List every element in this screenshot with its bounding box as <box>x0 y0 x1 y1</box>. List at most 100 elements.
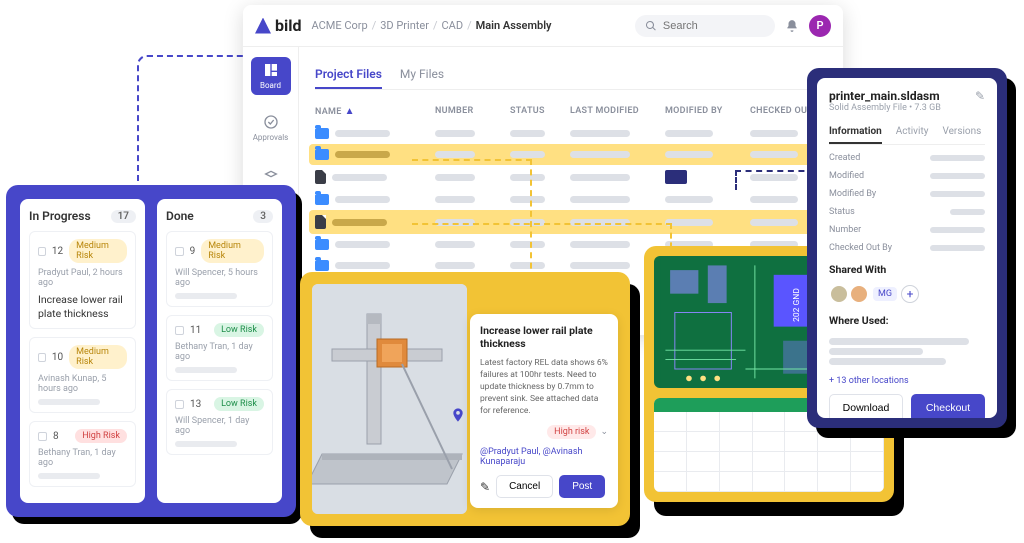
meta-label: Modified <box>829 171 864 181</box>
note-body: Latest factory REL data shows 6% failure… <box>480 358 608 417</box>
kanban-card[interactable]: 10Medium Risk Avinash Kunap, 5 hours ago <box>29 337 136 413</box>
card-meta: Avinash Kunap, 5 hours ago <box>38 374 127 394</box>
info-tabs: Information Activity Versions <box>829 121 985 145</box>
bell-icon[interactable] <box>785 19 799 33</box>
cad-render-icon <box>312 284 467 514</box>
tab-information[interactable]: Information <box>829 121 882 144</box>
card-meta: Will Spencer, 5 hours ago <box>175 268 264 288</box>
chevron-down-icon[interactable]: ⌄ <box>600 427 608 437</box>
risk-badge: Medium Risk <box>69 239 127 263</box>
tab-activity[interactable]: Activity <box>896 121 929 144</box>
where-used-label: Where Used: <box>829 314 985 327</box>
meta-label: Checked Out By <box>829 243 892 253</box>
location-pin-icon <box>450 407 466 423</box>
avatar[interactable] <box>829 284 849 304</box>
col-last-modified[interactable]: LAST MODIFIED <box>570 106 665 117</box>
user-badge[interactable]: MG <box>873 287 897 301</box>
kanban-card[interactable]: 11 Low Risk Bethany Tran, 1 day ago <box>166 315 273 381</box>
column-count: 17 <box>111 210 136 223</box>
kanban-card[interactable]: 8 High Risk Bethany Tran, 1 day ago <box>29 421 136 487</box>
risk-badge: Low Risk <box>214 323 264 337</box>
pencil-icon[interactable]: ✎ <box>480 480 490 494</box>
board-icon <box>263 62 279 78</box>
card-number: 9 <box>190 246 196 257</box>
cancel-button[interactable]: Cancel <box>496 475 553 498</box>
meta-label: Modified By <box>829 189 876 199</box>
col-name[interactable]: NAME <box>315 107 342 117</box>
checkbox-icon[interactable] <box>38 247 46 256</box>
file-tabs: Project Files My Files <box>315 61 827 90</box>
tab-my-files[interactable]: My Files <box>400 61 444 89</box>
checkout-button[interactable]: Checkout <box>911 394 985 418</box>
folder-icon <box>315 128 329 139</box>
col-number[interactable]: NUMBER <box>435 106 510 117</box>
shared-with-row: MG + <box>829 284 985 304</box>
column-in-progress: In Progress 17 12Medium Risk Pradyut Pau… <box>20 199 145 503</box>
cad-render[interactable] <box>312 284 467 514</box>
kanban-card[interactable]: 12Medium Risk Pradyut Paul, 2 hours ago … <box>29 231 136 329</box>
crumb[interactable]: 3D Printer <box>380 19 429 32</box>
info-filename: printer_main.sldasm <box>829 89 941 103</box>
search-input[interactable] <box>663 20 765 32</box>
add-share-button[interactable]: + <box>901 285 919 303</box>
sidebar-label: Board <box>260 81 281 90</box>
logo-mark-icon <box>255 18 271 34</box>
card-meta: Bethany Tran, 1 day ago <box>175 342 264 362</box>
file-icon <box>315 170 326 184</box>
col-status[interactable]: STATUS <box>510 106 570 117</box>
search-box[interactable] <box>635 15 775 37</box>
avatar[interactable] <box>849 284 869 304</box>
card-number: 10 <box>52 352 63 363</box>
table-row-highlighted[interactable] <box>309 144 833 165</box>
shared-with-label: Shared With <box>829 263 985 276</box>
pencil-icon[interactable]: ✎ <box>975 89 985 103</box>
checkbox-icon[interactable] <box>38 353 46 362</box>
risk-badge: Low Risk <box>214 397 264 411</box>
risk-badge: Medium Risk <box>201 239 264 263</box>
crumb[interactable]: ACME Corp <box>311 19 367 32</box>
risk-badge[interactable]: High risk <box>547 425 596 439</box>
card-meta: Bethany Tran, 1 day ago <box>38 448 127 468</box>
card-number: 8 <box>53 431 59 442</box>
packages-icon <box>263 166 279 182</box>
app-name: bild <box>275 16 301 35</box>
tab-versions[interactable]: Versions <box>942 121 981 144</box>
sidebar-item-board[interactable]: Board <box>251 57 291 95</box>
meta-label: Number <box>829 225 861 235</box>
info-subtitle: Solid Assembly File • 7.3 GB <box>829 103 941 113</box>
checkbox-icon[interactable] <box>175 326 184 335</box>
kanban-card[interactable]: 9 Medium Risk Will Spencer, 5 hours ago <box>166 231 273 307</box>
download-button[interactable]: Download <box>829 394 903 418</box>
sidebar-label: Approvals <box>253 133 289 142</box>
table-row[interactable] <box>315 189 827 210</box>
table-header: NAME▲ NUMBER STATUS LAST MODIFIED MODIFI… <box>315 100 827 123</box>
risk-badge: High Risk <box>75 429 127 443</box>
note-popover: Increase lower rail plate thickness Late… <box>470 314 618 508</box>
table-row-highlighted[interactable] <box>309 210 833 234</box>
note-title: Increase lower rail plate thickness <box>480 324 608 350</box>
column-count: 3 <box>253 210 273 223</box>
post-button[interactable]: Post <box>559 475 605 498</box>
card-number: 11 <box>190 325 201 336</box>
checkbox-icon[interactable] <box>175 400 184 409</box>
column-title: Done <box>166 209 194 223</box>
folder-icon <box>315 194 329 205</box>
where-used-list <box>829 335 985 368</box>
note-mentions[interactable]: @Pradyut Paul, @Avinash Kunaparaju <box>480 447 608 467</box>
checkbox-icon[interactable] <box>38 432 47 441</box>
col-modified-by[interactable]: MODIFIED BY <box>665 106 750 117</box>
meta-label: Created <box>829 153 860 163</box>
table-row[interactable] <box>315 165 827 189</box>
column-done: Done 3 9 Medium Risk Will Spencer, 5 hour… <box>157 199 282 503</box>
crumb[interactable]: CAD <box>442 19 464 32</box>
checkbox-icon[interactable] <box>175 247 184 256</box>
tab-project-files[interactable]: Project Files <box>315 61 382 89</box>
sidebar-item-approvals[interactable]: Approvals <box>251 109 291 147</box>
table-row[interactable] <box>315 123 827 144</box>
file-info-panel: printer_main.sldasm Solid Assembly File … <box>807 68 1007 428</box>
kanban-card[interactable]: 13Low Risk Will Spencer, 1 day ago <box>166 389 273 455</box>
user-avatar[interactable]: P <box>809 15 831 37</box>
more-locations-link[interactable]: + 13 other locations <box>829 376 985 386</box>
crumb-current: Main Assembly <box>476 19 552 32</box>
card-meta: Will Spencer, 1 day ago <box>175 416 264 436</box>
